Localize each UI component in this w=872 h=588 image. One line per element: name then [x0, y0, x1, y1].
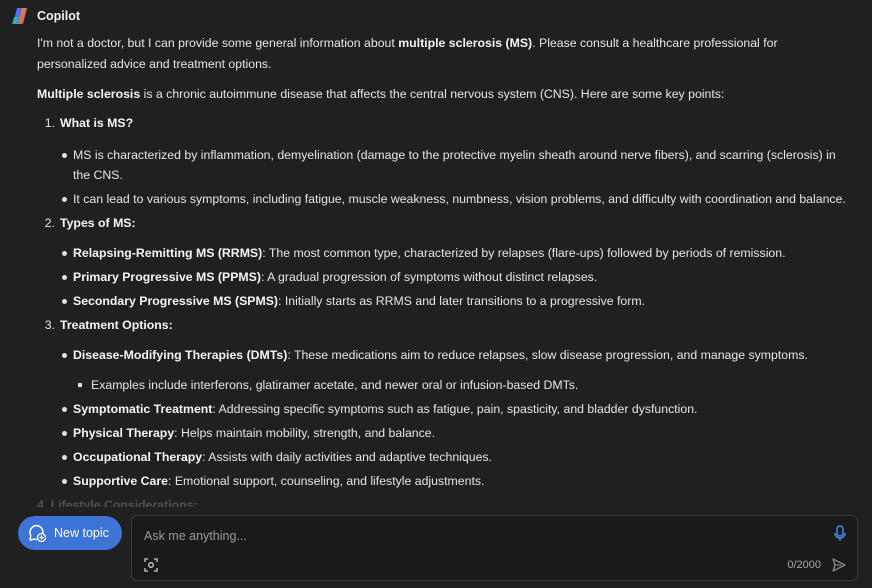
bullet-icon	[61, 267, 73, 287]
list-item: Physical Therapy: Helps maintain mobilit…	[61, 423, 847, 443]
app-header: Copilot	[11, 7, 80, 25]
square-bullet-icon	[77, 375, 91, 395]
section-number: 1.	[44, 116, 55, 130]
list-item: Symptomatic Treatment: Addressing specif…	[61, 399, 847, 419]
new-topic-button[interactable]: New topic	[18, 516, 122, 550]
list-item: Supportive Care: Emotional support, coun…	[61, 471, 847, 491]
intro-paragraph: I'm not a doctor, but I can provide some…	[37, 36, 778, 71]
character-counter: 0/2000	[787, 559, 821, 571]
section-title: Treatment Options:	[60, 318, 173, 332]
list-item: Occupational Therapy: Assists with daily…	[61, 447, 847, 467]
section-number: 3.	[44, 318, 55, 332]
section-title: Types of MS:	[60, 216, 136, 230]
bullet-icon	[61, 471, 73, 491]
prompt-input[interactable]	[144, 526, 824, 546]
bullet-icon	[61, 423, 73, 443]
bullet-icon	[61, 399, 73, 419]
section-what-is-ms: 1. What is MS?	[37, 113, 133, 134]
list-item: Secondary Progressive MS (SPMS): Initial…	[61, 291, 847, 311]
list-item: It can lead to various symptoms, includi…	[61, 189, 847, 209]
bullet-icon	[61, 447, 73, 467]
section-types-of-ms: 2. Types of MS:	[37, 213, 136, 234]
bullet-icon	[61, 291, 73, 311]
section-treatment-options: 3. Treatment Options:	[37, 315, 173, 336]
list-item: Primary Progressive MS (PPMS): A gradual…	[61, 267, 847, 287]
list-item: Relapsing-Remitting MS (RRMS): The most …	[61, 243, 847, 263]
assistant-response: I'm not a doctor, but I can provide some…	[37, 33, 847, 507]
section-title: What is MS?	[60, 116, 134, 130]
new-topic-icon	[29, 524, 47, 543]
microphone-icon[interactable]	[833, 525, 847, 543]
truncated-section-title: 4. Lifestyle Considerations:	[37, 498, 198, 507]
image-scan-icon[interactable]	[144, 558, 158, 572]
bullet-icon	[61, 189, 73, 209]
sub-list-item: Examples include interferons, glatiramer…	[77, 375, 578, 395]
bullet-icon	[61, 243, 73, 263]
composer: 0/2000	[131, 515, 858, 581]
lead-paragraph: Multiple sclerosis is a chronic autoimmu…	[37, 87, 725, 101]
list-item: Disease-Modifying Therapies (DMTs): Thes…	[61, 345, 847, 365]
section-number: 2.	[44, 216, 55, 230]
new-topic-label: New topic	[54, 526, 109, 540]
send-icon[interactable]	[831, 557, 847, 573]
app-name: Copilot	[37, 9, 81, 23]
list-item: MS is characterized by inflammation, dem…	[61, 145, 847, 185]
bullet-icon	[61, 345, 73, 365]
copilot-logo-icon	[12, 8, 27, 24]
bullet-icon	[61, 145, 73, 185]
